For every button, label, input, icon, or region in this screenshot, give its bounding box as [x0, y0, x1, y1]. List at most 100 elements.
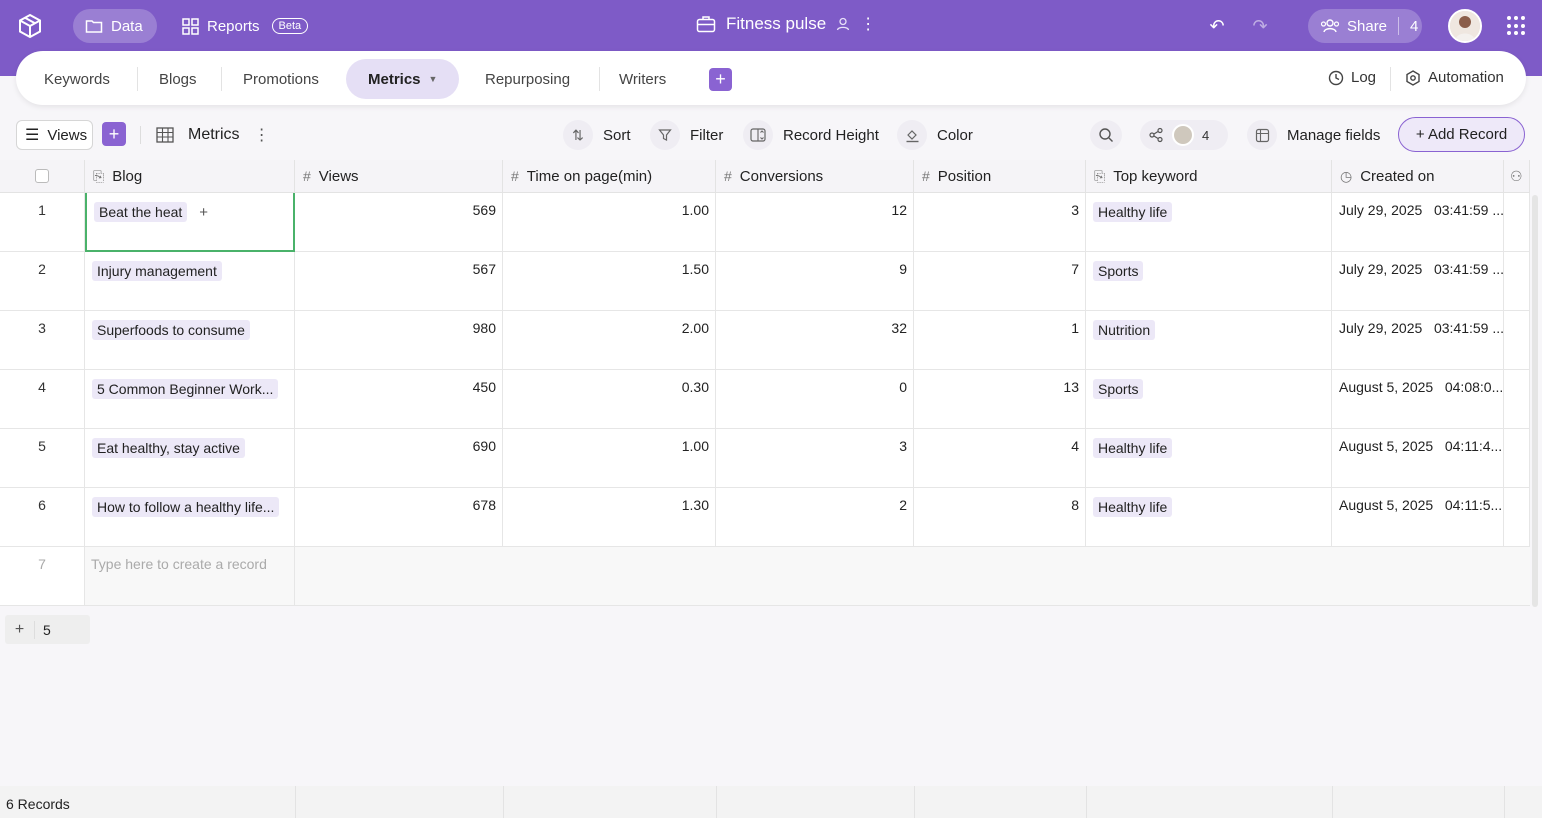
blog-cell[interactable]: Superfoods to consume	[85, 311, 295, 370]
tab-metrics[interactable]: Metrics ▼	[346, 59, 460, 99]
position-cell[interactable]: 7	[914, 252, 1086, 311]
app-logo-icon[interactable]	[16, 12, 44, 40]
keyword-chip[interactable]: Sports	[1093, 379, 1144, 399]
views-cell[interactable]: 980	[295, 311, 503, 370]
blog-cell[interactable]: Injury management	[85, 252, 295, 311]
time-cell[interactable]: 1.00	[503, 429, 716, 488]
blog-cell[interactable]: 5 Common Beginner Work...	[85, 370, 295, 429]
row-index[interactable]: 2	[0, 252, 85, 311]
apps-grid-icon[interactable]	[1507, 16, 1527, 36]
created-cell[interactable]: July 29, 2025 03:41:59 ...	[1332, 193, 1504, 252]
keyword-cell[interactable]: Sports	[1086, 252, 1332, 311]
position-cell[interactable]: 8	[914, 488, 1086, 547]
user-icon[interactable]	[836, 17, 850, 31]
keyword-cell[interactable]: Healthy life	[1086, 488, 1332, 547]
filter-button[interactable]: Filter	[650, 120, 723, 150]
share-button[interactable]: Share 4	[1308, 9, 1422, 43]
add-record-button[interactable]: + Add Record	[1398, 117, 1525, 152]
log-button[interactable]: Log	[1328, 69, 1376, 86]
redo-icon[interactable]: ↷	[1248, 14, 1272, 38]
extra-cell[interactable]	[1504, 370, 1530, 429]
extra-cell[interactable]	[1504, 193, 1530, 252]
conversions-cell[interactable]: 3	[716, 429, 914, 488]
keyword-chip[interactable]: Sports	[1093, 261, 1144, 281]
add-link-icon[interactable]: +	[199, 204, 208, 221]
column-header-conversions[interactable]: # Conversions	[716, 160, 914, 193]
extra-cell[interactable]	[1504, 488, 1530, 547]
column-header-views[interactable]: # Views	[295, 160, 503, 193]
views-cell[interactable]: 450	[295, 370, 503, 429]
column-header-extra[interactable]: ⚇	[1504, 160, 1530, 193]
created-cell[interactable]: July 29, 2025 03:41:59 ...	[1332, 252, 1504, 311]
app-title[interactable]: Fitness pulse ⋮	[696, 14, 876, 34]
created-cell[interactable]: August 5, 2025 04:11:4...	[1332, 429, 1504, 488]
undo-icon[interactable]: ↶	[1205, 14, 1229, 38]
column-header-blog[interactable]: ⎘ Blog	[85, 160, 295, 193]
extra-cell[interactable]	[1504, 311, 1530, 370]
vertical-scrollbar[interactable]	[1532, 195, 1538, 607]
plus-icon[interactable]: +	[5, 620, 35, 639]
views-cell[interactable]: 569	[295, 193, 503, 252]
chevron-down-icon[interactable]: ▼	[429, 74, 438, 84]
column-header-top-keyword[interactable]: ⎘ Top keyword	[1086, 160, 1332, 193]
keyword-cell[interactable]: Healthy life	[1086, 193, 1332, 252]
blog-chip[interactable]: 5 Common Beginner Work...	[92, 379, 279, 399]
keyword-chip[interactable]: Nutrition	[1093, 320, 1156, 340]
extra-cell[interactable]	[1504, 252, 1530, 311]
more-vertical-icon[interactable]: ⋮	[254, 125, 270, 145]
select-all-checkbox[interactable]	[35, 169, 49, 183]
row-index[interactable]: 5	[0, 429, 85, 488]
row-index[interactable]: 3	[0, 311, 85, 370]
new-record-input[interactable]: Type here to create a record	[85, 547, 295, 606]
views-cell[interactable]: 690	[295, 429, 503, 488]
record-height-button[interactable]: Record Height	[743, 120, 879, 150]
views-cell[interactable]: 567	[295, 252, 503, 311]
color-button[interactable]: Color	[897, 120, 973, 150]
views-button[interactable]: ☰ Views	[16, 120, 93, 150]
keyword-chip[interactable]: Healthy life	[1093, 202, 1173, 222]
row-index[interactable]: 6	[0, 488, 85, 547]
column-header-position[interactable]: # Position	[914, 160, 1086, 193]
position-cell[interactable]: 1	[914, 311, 1086, 370]
user-avatar[interactable]	[1448, 9, 1482, 43]
keyword-cell[interactable]: Sports	[1086, 370, 1332, 429]
position-cell[interactable]: 3	[914, 193, 1086, 252]
data-nav-button[interactable]: Data	[73, 9, 157, 43]
column-header-created-on[interactable]: ◷ Created on	[1332, 160, 1504, 193]
blog-chip[interactable]: Eat healthy, stay active	[92, 438, 245, 458]
blog-cell[interactable]: How to follow a healthy life...	[85, 488, 295, 547]
conversions-cell[interactable]: 12	[716, 193, 914, 252]
current-view[interactable]: Metrics ⋮	[156, 125, 270, 145]
more-vertical-icon[interactable]: ⋮	[860, 14, 876, 34]
conversions-cell[interactable]: 0	[716, 370, 914, 429]
search-icon[interactable]	[1090, 120, 1122, 150]
keyword-cell[interactable]: Nutrition	[1086, 311, 1332, 370]
created-cell[interactable]: August 5, 2025 04:11:5...	[1332, 488, 1504, 547]
add-table-button[interactable]: +	[709, 68, 732, 91]
automation-button[interactable]: Automation	[1405, 69, 1504, 86]
time-cell[interactable]: 0.30	[503, 370, 716, 429]
position-cell[interactable]: 4	[914, 429, 1086, 488]
created-cell[interactable]: August 5, 2025 04:08:0...	[1332, 370, 1504, 429]
blog-chip[interactable]: Injury management	[92, 261, 222, 281]
tab-keywords[interactable]: Keywords	[44, 59, 110, 99]
blog-chip[interactable]: Beat the heat	[94, 202, 188, 222]
created-cell[interactable]: July 29, 2025 03:41:59 ...	[1332, 311, 1504, 370]
conversions-cell[interactable]: 9	[716, 252, 914, 311]
keyword-chip[interactable]: Healthy life	[1093, 497, 1173, 517]
reports-nav-button[interactable]: Reports Beta	[170, 9, 309, 43]
extra-cell[interactable]	[1504, 429, 1530, 488]
blog-chip[interactable]: Superfoods to consume	[92, 320, 250, 340]
time-cell[interactable]: 1.50	[503, 252, 716, 311]
row-index[interactable]: 1	[0, 193, 85, 252]
add-view-button[interactable]: +	[102, 122, 126, 146]
time-cell[interactable]: 1.00	[503, 193, 716, 252]
keyword-chip[interactable]: Healthy life	[1093, 438, 1173, 458]
keyword-cell[interactable]: Healthy life	[1086, 429, 1332, 488]
add-group-control[interactable]: + 5	[5, 615, 90, 644]
tab-writers[interactable]: Writers	[619, 59, 666, 99]
views-cell[interactable]: 678	[295, 488, 503, 547]
row-index[interactable]: 4	[0, 370, 85, 429]
blog-cell[interactable]: Eat healthy, stay active	[85, 429, 295, 488]
time-cell[interactable]: 2.00	[503, 311, 716, 370]
